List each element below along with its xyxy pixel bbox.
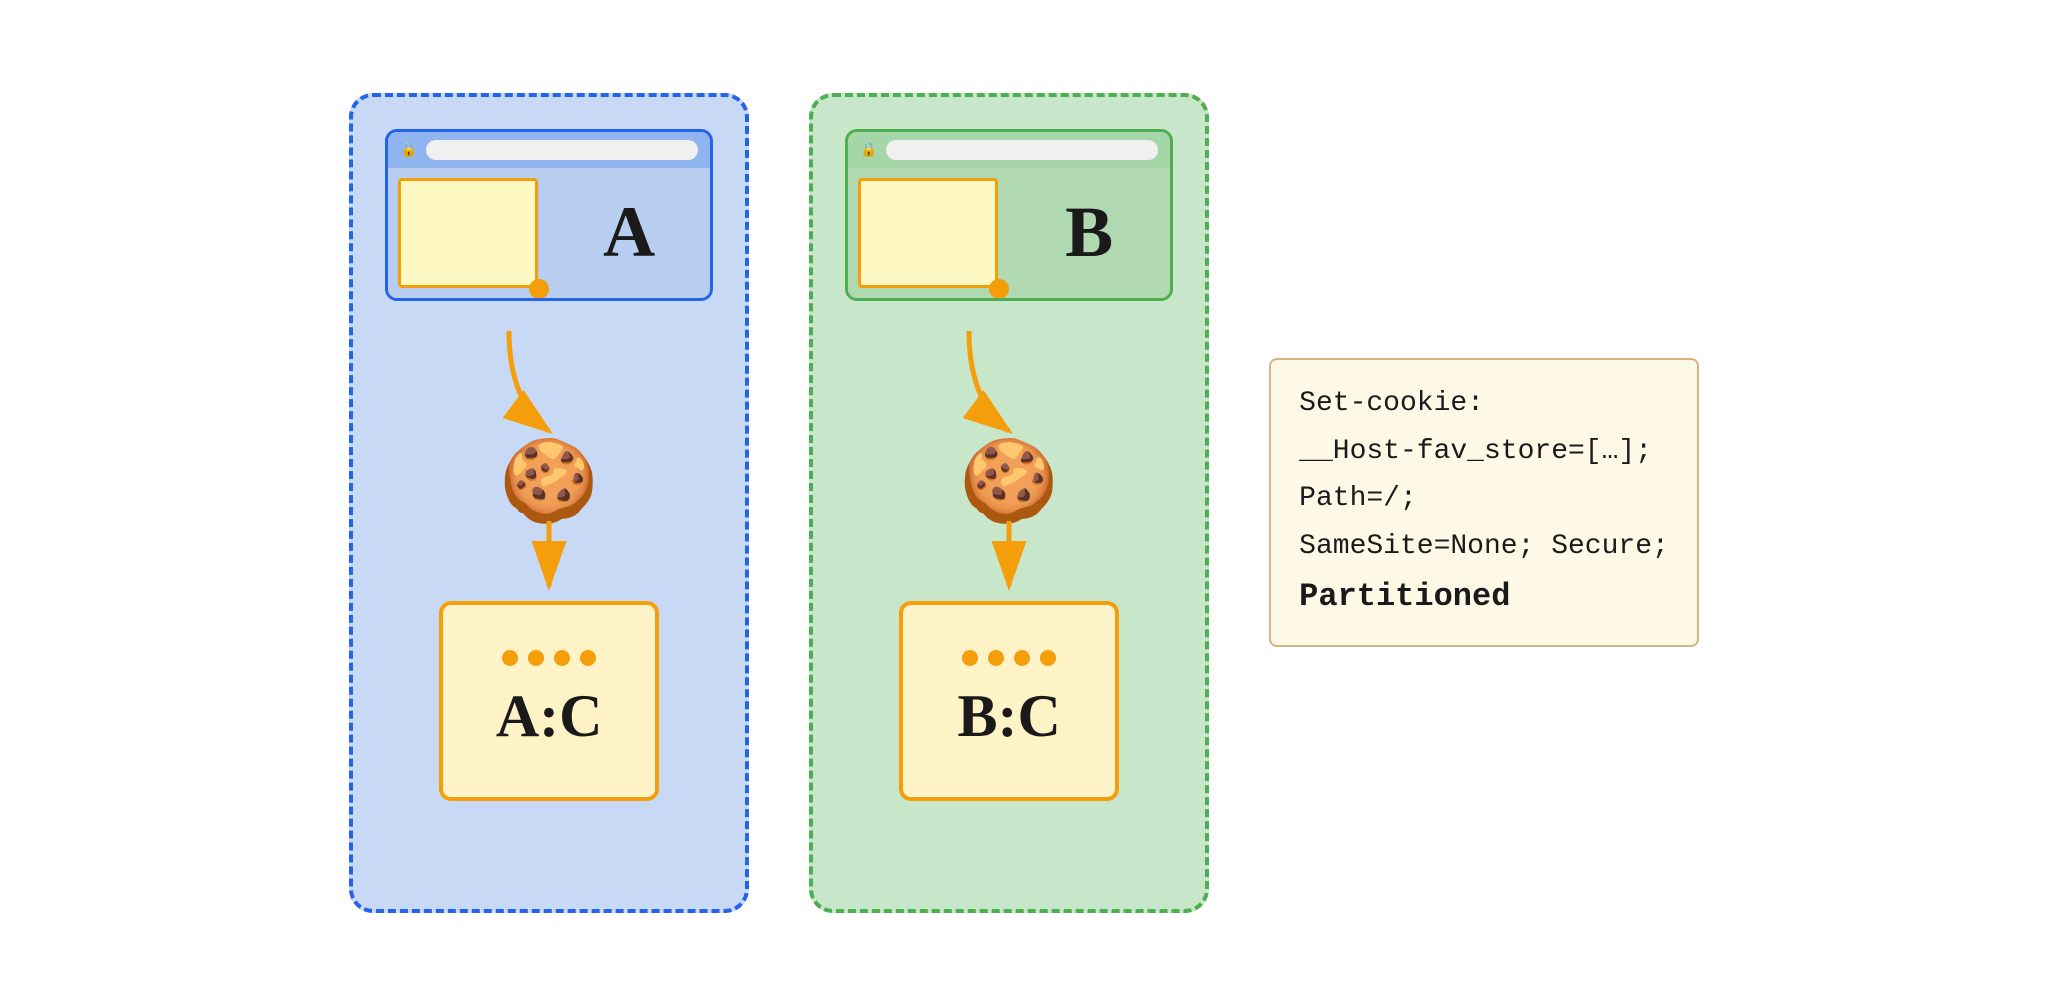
address-bar-a xyxy=(426,140,699,160)
site-label-b: B xyxy=(1008,168,1170,298)
right-partition-box: 🔒 B 🍪 xyxy=(809,93,1209,913)
code-line-1: Set-cookie: xyxy=(1299,380,1669,428)
dot4-b xyxy=(1040,650,1056,666)
browser-content-a: A xyxy=(388,168,710,298)
storage-dots-a xyxy=(502,650,596,666)
code-line-5: Partitioned xyxy=(1299,570,1669,624)
lock-icon-a: 🔒 xyxy=(400,141,417,158)
arrow-to-cookie-a xyxy=(449,321,649,441)
browser-titlebar-a: 🔒 xyxy=(388,132,710,168)
flow-section-b: 🍪 B:C xyxy=(845,321,1173,801)
dot1-b xyxy=(962,650,978,666)
site-label-a: A xyxy=(548,168,710,298)
browser-window-b: 🔒 B xyxy=(845,129,1173,301)
code-box: Set-cookie: __Host-fav_store=[…]; Path=/… xyxy=(1269,358,1699,647)
iframe-box-a xyxy=(398,178,538,288)
browser-window-a: 🔒 A xyxy=(385,129,713,301)
dot2-b xyxy=(988,650,1004,666)
arrow-to-cookie-b xyxy=(909,321,1109,441)
address-bar-b xyxy=(886,140,1159,160)
code-line-2: __Host-fav_store=[…]; xyxy=(1299,428,1669,476)
iframe-box-b xyxy=(858,178,998,288)
dot4-a xyxy=(580,650,596,666)
flow-section-a: 🍪 A:C xyxy=(385,321,713,801)
storage-box-b: B:C xyxy=(899,601,1119,801)
browser-content-b: B xyxy=(848,168,1170,298)
storage-dots-b xyxy=(962,650,1056,666)
main-container: 🔒 A 🍪 xyxy=(309,53,1739,953)
cookie-emoji-a: 🍪 xyxy=(499,441,599,521)
iframe-dot-b xyxy=(989,279,1009,299)
storage-box-a: A:C xyxy=(439,601,659,801)
arrow-to-storage-a xyxy=(509,521,589,601)
dot1-a xyxy=(502,650,518,666)
dot2-a xyxy=(528,650,544,666)
storage-label-a: A:C xyxy=(496,682,603,751)
iframe-dot-a xyxy=(529,279,549,299)
left-partition-box: 🔒 A 🍪 xyxy=(349,93,749,913)
browser-titlebar-b: 🔒 xyxy=(848,132,1170,168)
cookie-emoji-b: 🍪 xyxy=(959,441,1059,521)
lock-icon-b: 🔒 xyxy=(860,141,877,158)
code-line-3: Path=/; xyxy=(1299,475,1669,523)
arrow-to-storage-b xyxy=(969,521,1049,601)
storage-label-b: B:C xyxy=(957,682,1060,751)
dot3-a xyxy=(554,650,570,666)
dot3-b xyxy=(1014,650,1030,666)
code-line-4: SameSite=None; Secure; xyxy=(1299,523,1669,571)
